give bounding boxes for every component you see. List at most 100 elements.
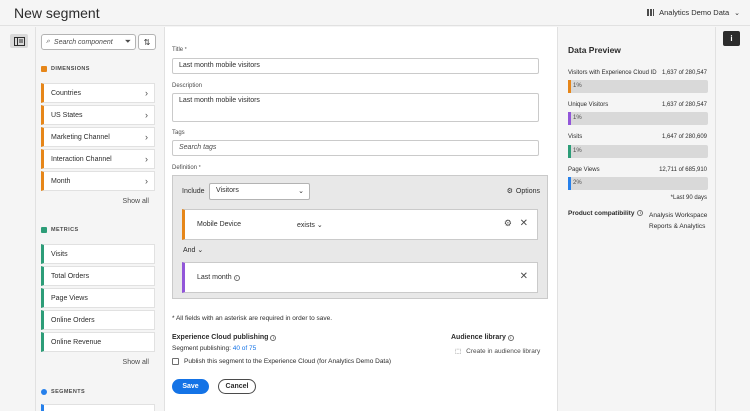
segments-icon <box>41 389 47 395</box>
report-suite-selector[interactable]: Analytics Demo Data ⌄ <box>647 8 740 17</box>
components-panel: ⌕ Search component ⏷ ⇅ DIMENSIONS Countr… <box>36 27 165 411</box>
stat-bar-fill <box>568 145 571 158</box>
metric-item[interactable]: Online Revenue <box>41 332 155 352</box>
audience-heading: Audience library i <box>451 334 514 341</box>
compatibility-value: Analysis Workspace <box>649 212 708 219</box>
stat-pct: 2% <box>573 180 582 186</box>
dimension-item[interactable]: US States › <box>41 105 155 125</box>
publishing-heading: Experience Cloud publishing i <box>172 334 277 341</box>
report-suite-label: Analytics Demo Data <box>659 8 730 17</box>
stat-bar-fill <box>568 177 571 190</box>
publish-checkbox-label: Publish this segment to the Experience C… <box>184 358 392 365</box>
stat-value: 12,711 of 685,910 <box>659 167 707 173</box>
dimensions-show-all[interactable]: Show all <box>123 198 149 205</box>
dimension-label: Marketing Channel <box>51 133 110 141</box>
definition-label: Definition * <box>172 165 201 171</box>
right-rail: i <box>716 27 750 411</box>
stat-pct: 1% <box>573 83 582 89</box>
header-bar: New segment Analytics Demo Data ⌄ <box>0 0 750 26</box>
dimensions-icon <box>41 66 47 72</box>
info-panel-toggle[interactable]: i <box>723 31 740 46</box>
publishing-count-link[interactable]: 40 of 75 <box>233 345 257 352</box>
components-panel-toggle[interactable] <box>10 34 28 48</box>
chevron-down-icon: ⌄ <box>734 9 740 17</box>
chevron-right-icon[interactable]: › <box>145 88 148 98</box>
dimension-item[interactable]: Countries › <box>41 83 155 103</box>
page-title: New segment <box>14 5 100 21</box>
publishing-count: Segment publishing: 40 of 75 <box>172 345 257 352</box>
and-operator-dropdown[interactable]: And ⌄ <box>183 246 203 254</box>
filter-icon[interactable]: ⏷ <box>125 37 131 47</box>
metric-item[interactable]: Online Orders <box>41 310 155 330</box>
segment-builder: Title * Last month mobile visitors Descr… <box>165 27 558 411</box>
publish-checkbox[interactable] <box>172 358 179 365</box>
info-icon[interactable]: i <box>233 275 240 281</box>
chevron-right-icon[interactable]: › <box>145 132 148 142</box>
search-component-input[interactable]: ⌕ Search component ⏷ <box>41 34 136 50</box>
dimension-label: Month <box>51 177 71 185</box>
dimension-item[interactable]: Month › <box>41 171 155 191</box>
info-icon[interactable]: i <box>637 210 644 216</box>
options-button[interactable]: ⚙ Options <box>506 187 540 196</box>
save-button[interactable]: Save <box>172 379 209 394</box>
search-placeholder: Search component <box>53 38 113 46</box>
sort-icon: ⇅ <box>143 37 151 47</box>
rule-name: Last month i <box>197 274 240 281</box>
chevron-right-icon[interactable]: › <box>145 176 148 186</box>
metric-item[interactable]: Total Orders <box>41 266 155 286</box>
metric-item[interactable]: Page Views <box>41 288 155 308</box>
stat-value: 1,637 of 280,547 <box>661 70 707 76</box>
stat-pct: 1% <box>573 148 582 154</box>
info-icon: i <box>730 34 733 43</box>
stat-value: 1,647 of 280,609 <box>661 134 707 140</box>
cancel-button[interactable]: Cancel <box>218 379 256 394</box>
create-audience-link[interactable]: ⬚ Create in audience library <box>455 347 541 356</box>
options-label: Options <box>515 187 540 195</box>
chevron-right-icon[interactable]: › <box>145 110 148 120</box>
required-note: * All fields with an asterisk are requir… <box>172 315 333 322</box>
dimension-label: Interaction Channel <box>51 155 112 163</box>
dimensions-heading-label: DIMENSIONS <box>51 66 90 72</box>
dimension-item[interactable]: Interaction Channel › <box>41 149 155 169</box>
compatibility-label: Product compatibility i <box>568 210 644 217</box>
sort-button[interactable]: ⇅ <box>138 34 156 50</box>
report-suite-icon <box>647 9 655 16</box>
description-field[interactable]: Last month mobile visitors <box>172 93 539 122</box>
close-icon[interactable]: ✕ <box>520 218 528 229</box>
chevron-right-icon[interactable]: › <box>145 154 148 164</box>
metrics-show-all[interactable]: Show all <box>123 359 149 366</box>
gear-icon: ⚙ <box>506 188 513 195</box>
metric-item[interactable]: Visits <box>41 244 155 264</box>
dimension-label: Countries <box>51 89 81 97</box>
panel-icon <box>13 36 25 46</box>
dimension-label: US States <box>51 111 83 119</box>
rule-container[interactable]: Mobile Device exists ⌄ ⚙ ✕ <box>182 209 538 240</box>
metrics-heading: METRICS <box>41 227 79 233</box>
compatibility-value: Reports & Analytics <box>649 223 706 230</box>
gear-icon[interactable]: ⚙ <box>504 218 512 229</box>
include-dropdown[interactable]: Visitors ⌄ <box>209 183 310 200</box>
segments-heading-label: SEGMENTS <box>51 389 86 395</box>
stat-pct: 1% <box>573 115 582 121</box>
tags-input[interactable]: Search tags <box>172 140 539 156</box>
stat-label: Visitors with Experience Cloud ID <box>568 70 657 76</box>
data-preview-panel: Data Preview Visitors with Experience Cl… <box>559 27 716 411</box>
left-rail <box>0 27 36 411</box>
stat-bar-fill <box>568 80 571 93</box>
close-icon[interactable]: ✕ <box>520 271 528 282</box>
info-icon[interactable]: i <box>507 335 514 341</box>
dimension-item[interactable]: Marketing Channel › <box>41 127 155 147</box>
info-icon[interactable]: i <box>270 335 277 341</box>
segment-item[interactable] <box>41 404 155 411</box>
rule-operator-dropdown[interactable]: exists ⌄ <box>297 221 323 229</box>
stat-bar-fill <box>568 112 571 125</box>
rule-container[interactable]: Last month i ✕ <box>182 262 538 293</box>
create-audience-label: Create in audience library <box>466 347 541 355</box>
title-field[interactable]: Last month mobile visitors <box>172 58 539 74</box>
publish-checkbox-row[interactable]: Publish this segment to the Experience C… <box>172 358 391 365</box>
metrics-icon <box>41 227 47 233</box>
definition-container: Include Visitors ⌄ ⚙ Options Mobile Devi… <box>172 175 548 299</box>
description-label: Description <box>172 83 203 89</box>
dimensions-heading: DIMENSIONS <box>41 66 90 72</box>
rule-name: Mobile Device <box>197 221 241 228</box>
